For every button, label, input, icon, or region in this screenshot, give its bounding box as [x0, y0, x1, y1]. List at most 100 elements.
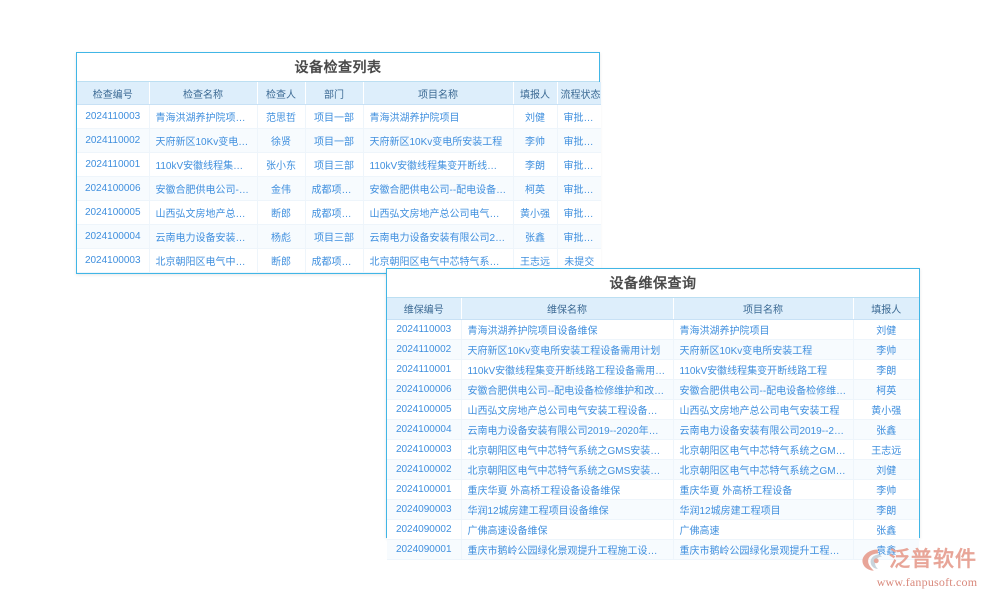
cell-maintenance-name[interactable]: 天府新区10Kv变电所安装工程设备需用计划 — [461, 340, 673, 360]
cell-inspection-name[interactable]: 天府新区10Kv变电所安... — [149, 129, 257, 153]
cell-inspection-name[interactable]: 山西弘文房地产总公司... — [149, 201, 257, 225]
cell-maintenance-code[interactable]: 2024100002 — [387, 460, 461, 480]
cell-maintenance-name[interactable]: 广佛高速设备维保 — [461, 520, 673, 540]
cell-maintenance-name[interactable]: 云南电力设备安装有限公司2019--2020年度劳务分 — [461, 420, 673, 440]
cell-maintenance-code[interactable]: 2024090003 — [387, 500, 461, 520]
cell-maintenance-name[interactable]: 青海洪湖养护院项目设备维保 — [461, 320, 673, 340]
cell-project-name[interactable]: 北京朝阳区电气中芯特气系统之GMS安装 — [673, 440, 853, 460]
cell-inspection-code[interactable]: 2024110002 — [77, 129, 149, 153]
column-header-inspection-code[interactable]: 检查编号 — [77, 82, 149, 105]
cell-maintenance-code[interactable]: 2024090001 — [387, 540, 461, 560]
cell-project-name[interactable]: 重庆市鹅岭公园绿化景观提升工程施工 — [673, 540, 853, 560]
cell-maintenance-name[interactable]: 重庆华夏 外高桥工程设备设备维保 — [461, 480, 673, 500]
table-row[interactable]: 2024100005 山西弘文房地产总公司... 断郎 成都项目部 山西弘文房地… — [77, 201, 601, 225]
table-row[interactable]: 2024090001 重庆市鹅岭公园绿化景观提升工程施工设备维保 重庆市鹅岭公园… — [387, 540, 919, 560]
cell-project-name[interactable]: 110kV安徽线程集变开断线路工程 — [673, 360, 853, 380]
cell-maintenance-name[interactable]: 北京朝阳区电气中芯特气系统之GMS安装设备维保 — [461, 460, 673, 480]
column-header-reporter[interactable]: 填报人 — [513, 82, 557, 105]
cell-project-name[interactable]: 重庆华夏 外高桥工程设备 — [673, 480, 853, 500]
cell-maintenance-name[interactable]: 华润12城房建工程项目设备维保 — [461, 500, 673, 520]
column-header-inspector[interactable]: 检查人 — [257, 82, 305, 105]
table-row[interactable]: 2024100001 重庆华夏 外高桥工程设备设备维保 重庆华夏 外高桥工程设备… — [387, 480, 919, 500]
cell-inspection-code[interactable]: 2024110001 — [77, 153, 149, 177]
column-header-maintenance-name[interactable]: 维保名称 — [461, 298, 673, 320]
cell-inspector: 张小东 — [257, 153, 305, 177]
status-badge: 审批通过 — [557, 201, 601, 225]
cell-maintenance-name[interactable]: 安徽合肥供电公司--配电设备检修维护和改造设备维保 — [461, 380, 673, 400]
cell-project-name[interactable]: 安徽合肥供电公司--配电设备检修维护和... — [363, 177, 513, 201]
cell-maintenance-code[interactable]: 2024100005 — [387, 400, 461, 420]
cell-project-name[interactable]: 山西弘文房地产总公司电气安装工程 — [363, 201, 513, 225]
fanpu-logo-icon — [860, 547, 886, 573]
maintenance-query-panel: 设备维保查询 维保编号 维保名称 项目名称 填报人 2024110003 — [386, 268, 920, 538]
cell-maintenance-name[interactable]: 北京朝阳区电气中芯特气系统之GMS安装设备维保 — [461, 440, 673, 460]
cell-project-name[interactable]: 广佛高速 — [673, 520, 853, 540]
table-row[interactable]: 2024110003 青海洪湖养护院项目设备维保 青海洪湖养护院项目 刘健 — [387, 320, 919, 340]
cell-project-name[interactable]: 110kV安徽线程集变开断线路工程 — [363, 153, 513, 177]
table-row[interactable]: 2024110001 110kV安徽线程集变开断线路工程设备需用计划 110kV… — [387, 360, 919, 380]
brand-logo-row: 泛普软件 — [860, 546, 994, 574]
cell-project-name[interactable]: 青海洪湖养护院项目 — [673, 320, 853, 340]
table-row[interactable]: 2024100006 安徽合肥供电公司--配电... 金伟 成都项目部 安徽合肥… — [77, 177, 601, 201]
table-row[interactable]: 2024110002 天府新区10Kv变电所安... 徐贤 项目一部 天府新区1… — [77, 129, 601, 153]
cell-inspection-code[interactable]: 2024100004 — [77, 225, 149, 249]
cell-maintenance-code[interactable]: 2024100004 — [387, 420, 461, 440]
status-badge: 审批通过 — [557, 177, 601, 201]
table-row[interactable]: 2024100005 山西弘文房地产总公司电气安装工程设备维保 山西弘文房地产总… — [387, 400, 919, 420]
cell-project-name[interactable]: 云南电力设备安装有限公司2019--2020年度劳务分 — [673, 420, 853, 440]
table-row[interactable]: 2024110002 天府新区10Kv变电所安装工程设备需用计划 天府新区10K… — [387, 340, 919, 360]
cell-project-name[interactable]: 山西弘文房地产总公司电气安装工程 — [673, 400, 853, 420]
page-root: 设备检查列表 检查编号 检查名称 检查人 部门 项目名称 填报人 — [0, 0, 1000, 600]
cell-project-name[interactable]: 青海洪湖养护院项目 — [363, 105, 513, 129]
table-row[interactable]: 2024090003 华润12城房建工程项目设备维保 华润12城房建工程项目 李… — [387, 500, 919, 520]
cell-project-name[interactable]: 北京朝阳区电气中芯特气系统之GMS安装 — [673, 460, 853, 480]
cell-inspection-name[interactable]: 北京朝阳区电气中芯特... — [149, 249, 257, 273]
cell-project-name[interactable]: 安徽合肥供电公司--配电设备检修维护和改造 — [673, 380, 853, 400]
status-badge: 审批通过 — [557, 129, 601, 153]
cell-inspection-name[interactable]: 110kV安徽线程集变开断... — [149, 153, 257, 177]
table-row[interactable]: 2024100006 安徽合肥供电公司--配电设备检修维护和改造设备维保 安徽合… — [387, 380, 919, 400]
column-header-maintenance-code[interactable]: 维保编号 — [387, 298, 461, 320]
column-header-flow-status[interactable]: 流程状态 — [557, 82, 601, 105]
cell-maintenance-code[interactable]: 2024110002 — [387, 340, 461, 360]
column-header-project-name[interactable]: 项目名称 — [363, 82, 513, 105]
table-row[interactable]: 2024100002 北京朝阳区电气中芯特气系统之GMS安装设备维保 北京朝阳区… — [387, 460, 919, 480]
cell-maintenance-name[interactable]: 110kV安徽线程集变开断线路工程设备需用计划 — [461, 360, 673, 380]
cell-maintenance-code[interactable]: 2024090002 — [387, 520, 461, 540]
cell-reporter: 李朗 — [853, 360, 919, 380]
cell-project-name[interactable]: 天府新区10Kv变电所安装工程 — [673, 340, 853, 360]
cell-inspection-code[interactable]: 2024100003 — [77, 249, 149, 273]
cell-maintenance-code[interactable]: 2024110001 — [387, 360, 461, 380]
column-header-reporter[interactable]: 填报人 — [853, 298, 919, 320]
cell-reporter: 王志远 — [853, 440, 919, 460]
cell-reporter: 柯英 — [513, 177, 557, 201]
cell-inspection-name[interactable]: 云南电力设备安装有限... — [149, 225, 257, 249]
cell-project-name[interactable]: 云南电力设备安装有限公司2019--2020... — [363, 225, 513, 249]
cell-project-name[interactable]: 华润12城房建工程项目 — [673, 500, 853, 520]
cell-maintenance-code[interactable]: 2024110003 — [387, 320, 461, 340]
table-row[interactable]: 2024100003 北京朝阳区电气中芯特气系统之GMS安装设备维保 北京朝阳区… — [387, 440, 919, 460]
table-row[interactable]: 2024110003 青海洪湖养护院项目设... 范思哲 项目一部 青海洪湖养护… — [77, 105, 601, 129]
cell-inspection-code[interactable]: 2024110003 — [77, 105, 149, 129]
cell-project-name[interactable]: 天府新区10Kv变电所安装工程 — [363, 129, 513, 153]
table-row[interactable]: 2024100004 云南电力设备安装有限... 杨彪 项目三部 云南电力设备安… — [77, 225, 601, 249]
cell-reporter: 刘健 — [513, 105, 557, 129]
column-header-inspection-name[interactable]: 检查名称 — [149, 82, 257, 105]
cell-inspector: 杨彪 — [257, 225, 305, 249]
table-row[interactable]: 2024100004 云南电力设备安装有限公司2019--2020年度劳务分 云… — [387, 420, 919, 440]
cell-inspection-name[interactable]: 安徽合肥供电公司--配电... — [149, 177, 257, 201]
table-row[interactable]: 2024090002 广佛高速设备维保 广佛高速 张鑫 — [387, 520, 919, 540]
column-header-project-name[interactable]: 项目名称 — [673, 298, 853, 320]
cell-inspection-name[interactable]: 青海洪湖养护院项目设... — [149, 105, 257, 129]
inspection-table: 检查编号 检查名称 检查人 部门 项目名称 填报人 流程状态 202411000… — [77, 82, 601, 273]
cell-inspection-code[interactable]: 2024100005 — [77, 201, 149, 225]
cell-maintenance-code[interactable]: 2024100006 — [387, 380, 461, 400]
cell-maintenance-code[interactable]: 2024100003 — [387, 440, 461, 460]
cell-maintenance-name[interactable]: 重庆市鹅岭公园绿化景观提升工程施工设备维保 — [461, 540, 673, 560]
cell-maintenance-name[interactable]: 山西弘文房地产总公司电气安装工程设备维保 — [461, 400, 673, 420]
maintenance-panel-title: 设备维保查询 — [387, 269, 919, 298]
cell-inspection-code[interactable]: 2024100006 — [77, 177, 149, 201]
column-header-department[interactable]: 部门 — [305, 82, 363, 105]
cell-maintenance-code[interactable]: 2024100001 — [387, 480, 461, 500]
table-row[interactable]: 2024110001 110kV安徽线程集变开断... 张小东 项目三部 110… — [77, 153, 601, 177]
